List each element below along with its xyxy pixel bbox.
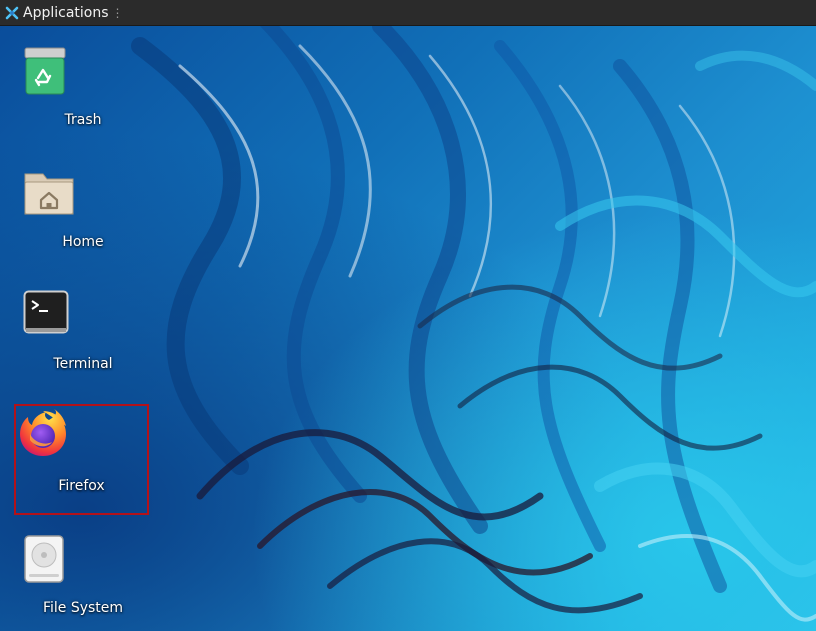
desktop-icon-home[interactable]: Home — [23, 168, 143, 268]
applications-menu-label: Applications — [23, 4, 109, 21]
desktop-icon-firefox[interactable]: Firefox — [14, 404, 149, 515]
desktop-icon-terminal[interactable]: Terminal — [23, 290, 143, 390]
desktop-wallpaper[interactable]: Trash Home Terminal Firefox File System — [0, 26, 816, 631]
trash-icon — [24, 47, 66, 95]
applications-menu-button[interactable]: Applications ⋮ — [0, 0, 128, 26]
desktop-icon-label: Firefox — [58, 478, 105, 494]
desktop-icon-trash[interactable]: Trash — [23, 46, 143, 146]
top-panel: Applications ⋮ — [0, 0, 816, 26]
desktop-icon-label: Home — [62, 234, 104, 250]
desktop-icon-label: Trash — [64, 112, 102, 128]
menu-indicator-icon: ⋮ — [111, 5, 124, 20]
desktop-icon-file-system[interactable]: File System — [23, 534, 143, 631]
xfce-logo-icon — [5, 6, 19, 19]
desktop-icon-label: File System — [42, 600, 124, 616]
home-folder-icon — [24, 173, 74, 215]
drive-icon — [24, 535, 64, 583]
desktop-icon-label: Terminal — [53, 356, 113, 372]
terminal-icon — [23, 290, 69, 334]
firefox-icon — [20, 409, 66, 456]
